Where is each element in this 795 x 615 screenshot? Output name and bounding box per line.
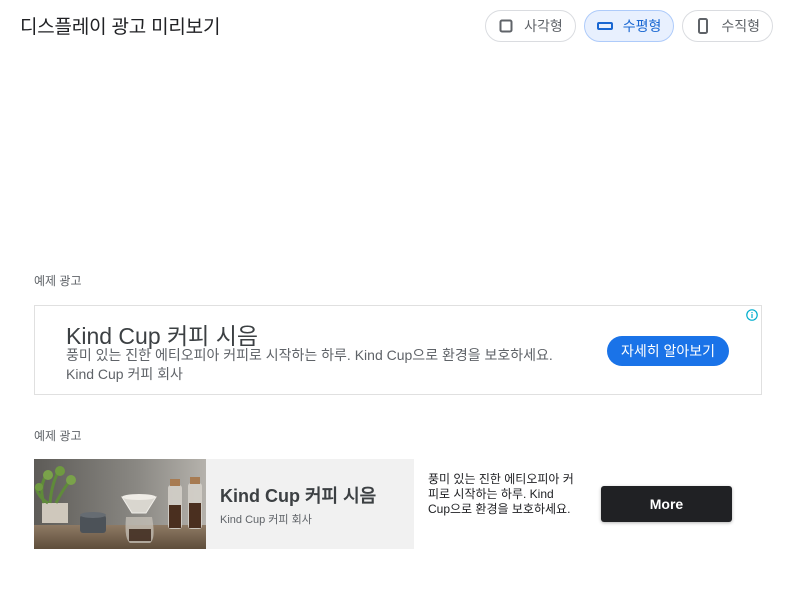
text-ad-description: 풍미 있는 진한 에티오피아 커피로 시작하는 하루. Kind Cup으로 환… — [66, 347, 553, 382]
image-ad-card[interactable]: Kind Cup 커피 시음 Kind Cup 커피 회사 풍미 있는 진한 에… — [34, 459, 754, 549]
ad-preview-page: 디스플레이 광고 미리보기 사각형 수평형 수직형 예제 광고 Kind Cup… — [0, 0, 795, 615]
toggle-vertical-label: 수직형 — [721, 18, 760, 34]
toggle-square[interactable]: 사각형 — [485, 10, 576, 42]
text-ad-section-label: 예제 광고 — [34, 274, 82, 288]
square-icon — [498, 18, 514, 34]
toggle-square-label: 사각형 — [524, 18, 563, 34]
page-title: 디스플레이 광고 미리보기 — [20, 17, 221, 38]
coffee-photo — [34, 459, 206, 549]
image-ad-description: 풍미 있는 진한 에티오피아 커피로 시작하는 하루. Kind Cup으로 환… — [428, 472, 574, 516]
image-ad-advertiser: Kind Cup 커피 회사 — [220, 514, 312, 526]
more-button[interactable]: More — [601, 486, 732, 522]
info-icon[interactable] — [745, 308, 759, 322]
toggle-horizontal-label: 수평형 — [622, 18, 662, 34]
image-ad-headline[interactable]: Kind Cup 커피 시음 — [220, 482, 376, 508]
toggle-vertical[interactable]: 수직형 — [682, 10, 773, 42]
text-ad-card[interactable]: Kind Cup 커피 시음 풍미 있는 진한 에티오피아 커피로 시작하는 하… — [34, 305, 762, 395]
horizontal-rectangle-icon — [596, 18, 613, 34]
learn-more-button[interactable]: 자세히 알아보기 — [607, 336, 729, 366]
vertical-rectangle-icon — [695, 18, 711, 34]
image-ad-headline-panel: Kind Cup 커피 시음 Kind Cup 커피 회사 — [206, 459, 414, 549]
image-ad-section-label: 예제 광고 — [34, 429, 82, 443]
toggle-horizontal[interactable]: 수평형 — [583, 10, 675, 42]
layout-toggle-group: 사각형 수평형 수직형 — [485, 10, 773, 42]
